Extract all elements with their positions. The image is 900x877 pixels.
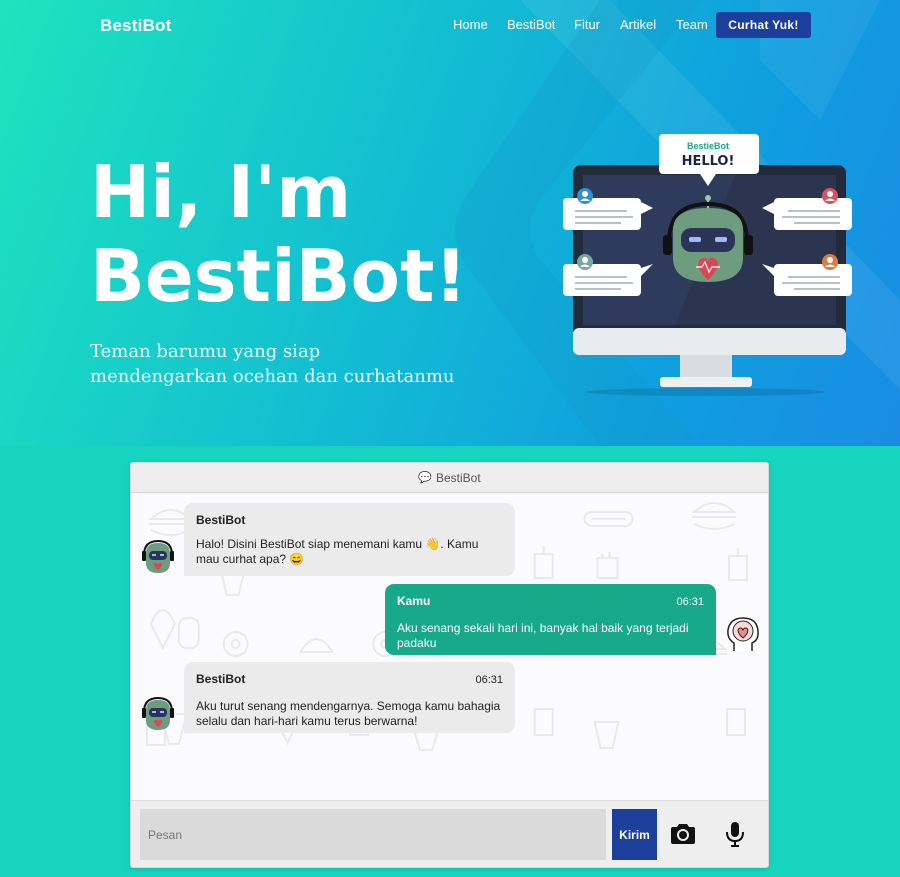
- message-time: 06:31: [475, 674, 503, 686]
- hero-subtitle-line2: mendengarkan ocehan dan curhatanmu: [90, 366, 455, 387]
- hero-subtitle: Teman barumu yang siap mendengarkan oceh…: [90, 339, 455, 389]
- monitor-robot-illustration: BestieBot HELLO!: [563, 134, 852, 396]
- message-input[interactable]: [140, 809, 606, 860]
- user-avatar-heart-head-icon: [727, 617, 759, 651]
- message-text: Aku senang sekali hari ini, banyak hal b…: [397, 621, 689, 650]
- brand-logo[interactable]: BestiBot: [100, 16, 172, 36]
- hero-section: BestiBot Home BestiBot Fitur Artikel Tea…: [0, 0, 900, 446]
- chat-header: 💬 BestiBot: [131, 463, 768, 493]
- nav-link-team[interactable]: Team: [676, 17, 708, 32]
- chat-header-title: BestiBot: [436, 470, 481, 485]
- nav-link-artikel[interactable]: Artikel: [620, 17, 656, 32]
- speech-bubble-icon: 💬: [418, 472, 432, 484]
- chat-window: 💬 BestiBot BestiBot Halo! Disini BestiBo…: [130, 462, 769, 868]
- chat-input-bar: Kirim: [131, 800, 768, 867]
- hero-title-line2: BestiBot!: [90, 234, 468, 318]
- bot-message-bubble: BestiBot 06:31 Aku turut senang mendenga…: [184, 662, 515, 733]
- message-sender: Kamu: [397, 594, 431, 608]
- top-navbar: BestiBot Home BestiBot Fitur Artikel Tea…: [0, 0, 900, 50]
- message-sender: BestiBot: [196, 672, 246, 686]
- hero-subtitle-line1: Teman barumu yang siap: [90, 341, 321, 362]
- hero-title: Hi, I'm BestiBot!: [90, 150, 467, 318]
- bot-message-bubble: BestiBot Halo! Disini BestiBot siap mene…: [184, 503, 515, 576]
- nav-link-home[interactable]: Home: [453, 17, 488, 32]
- message-sender: BestiBot: [196, 513, 246, 527]
- microphone-icon[interactable]: [723, 819, 747, 849]
- message-text: Halo! Disini BestiBot siap menemani kamu…: [196, 537, 479, 566]
- speech-bubble-hello: HELLO!: [682, 154, 735, 169]
- nav-link-bestibot[interactable]: BestiBot: [507, 17, 555, 32]
- message-text: Aku turut senang mendengarnya. Semoga ka…: [196, 699, 501, 728]
- message-time: 06:31: [676, 596, 704, 608]
- chat-messages-area[interactable]: BestiBot Halo! Disini BestiBot siap mene…: [131, 494, 768, 800]
- user-message-bubble: Kamu 06:31 Aku senang sekali hari ini, b…: [385, 584, 716, 655]
- hero-title-line1: Hi, I'm: [90, 150, 352, 234]
- send-button[interactable]: Kirim: [612, 809, 657, 860]
- camera-icon[interactable]: [669, 819, 697, 849]
- bot-avatar: [142, 539, 174, 573]
- speech-bubble-brand: BestieBot: [687, 141, 729, 151]
- nav-link-fitur[interactable]: Fitur: [574, 17, 600, 32]
- curhat-cta-button[interactable]: Curhat Yuk!: [716, 12, 811, 38]
- bot-avatar: [142, 696, 174, 730]
